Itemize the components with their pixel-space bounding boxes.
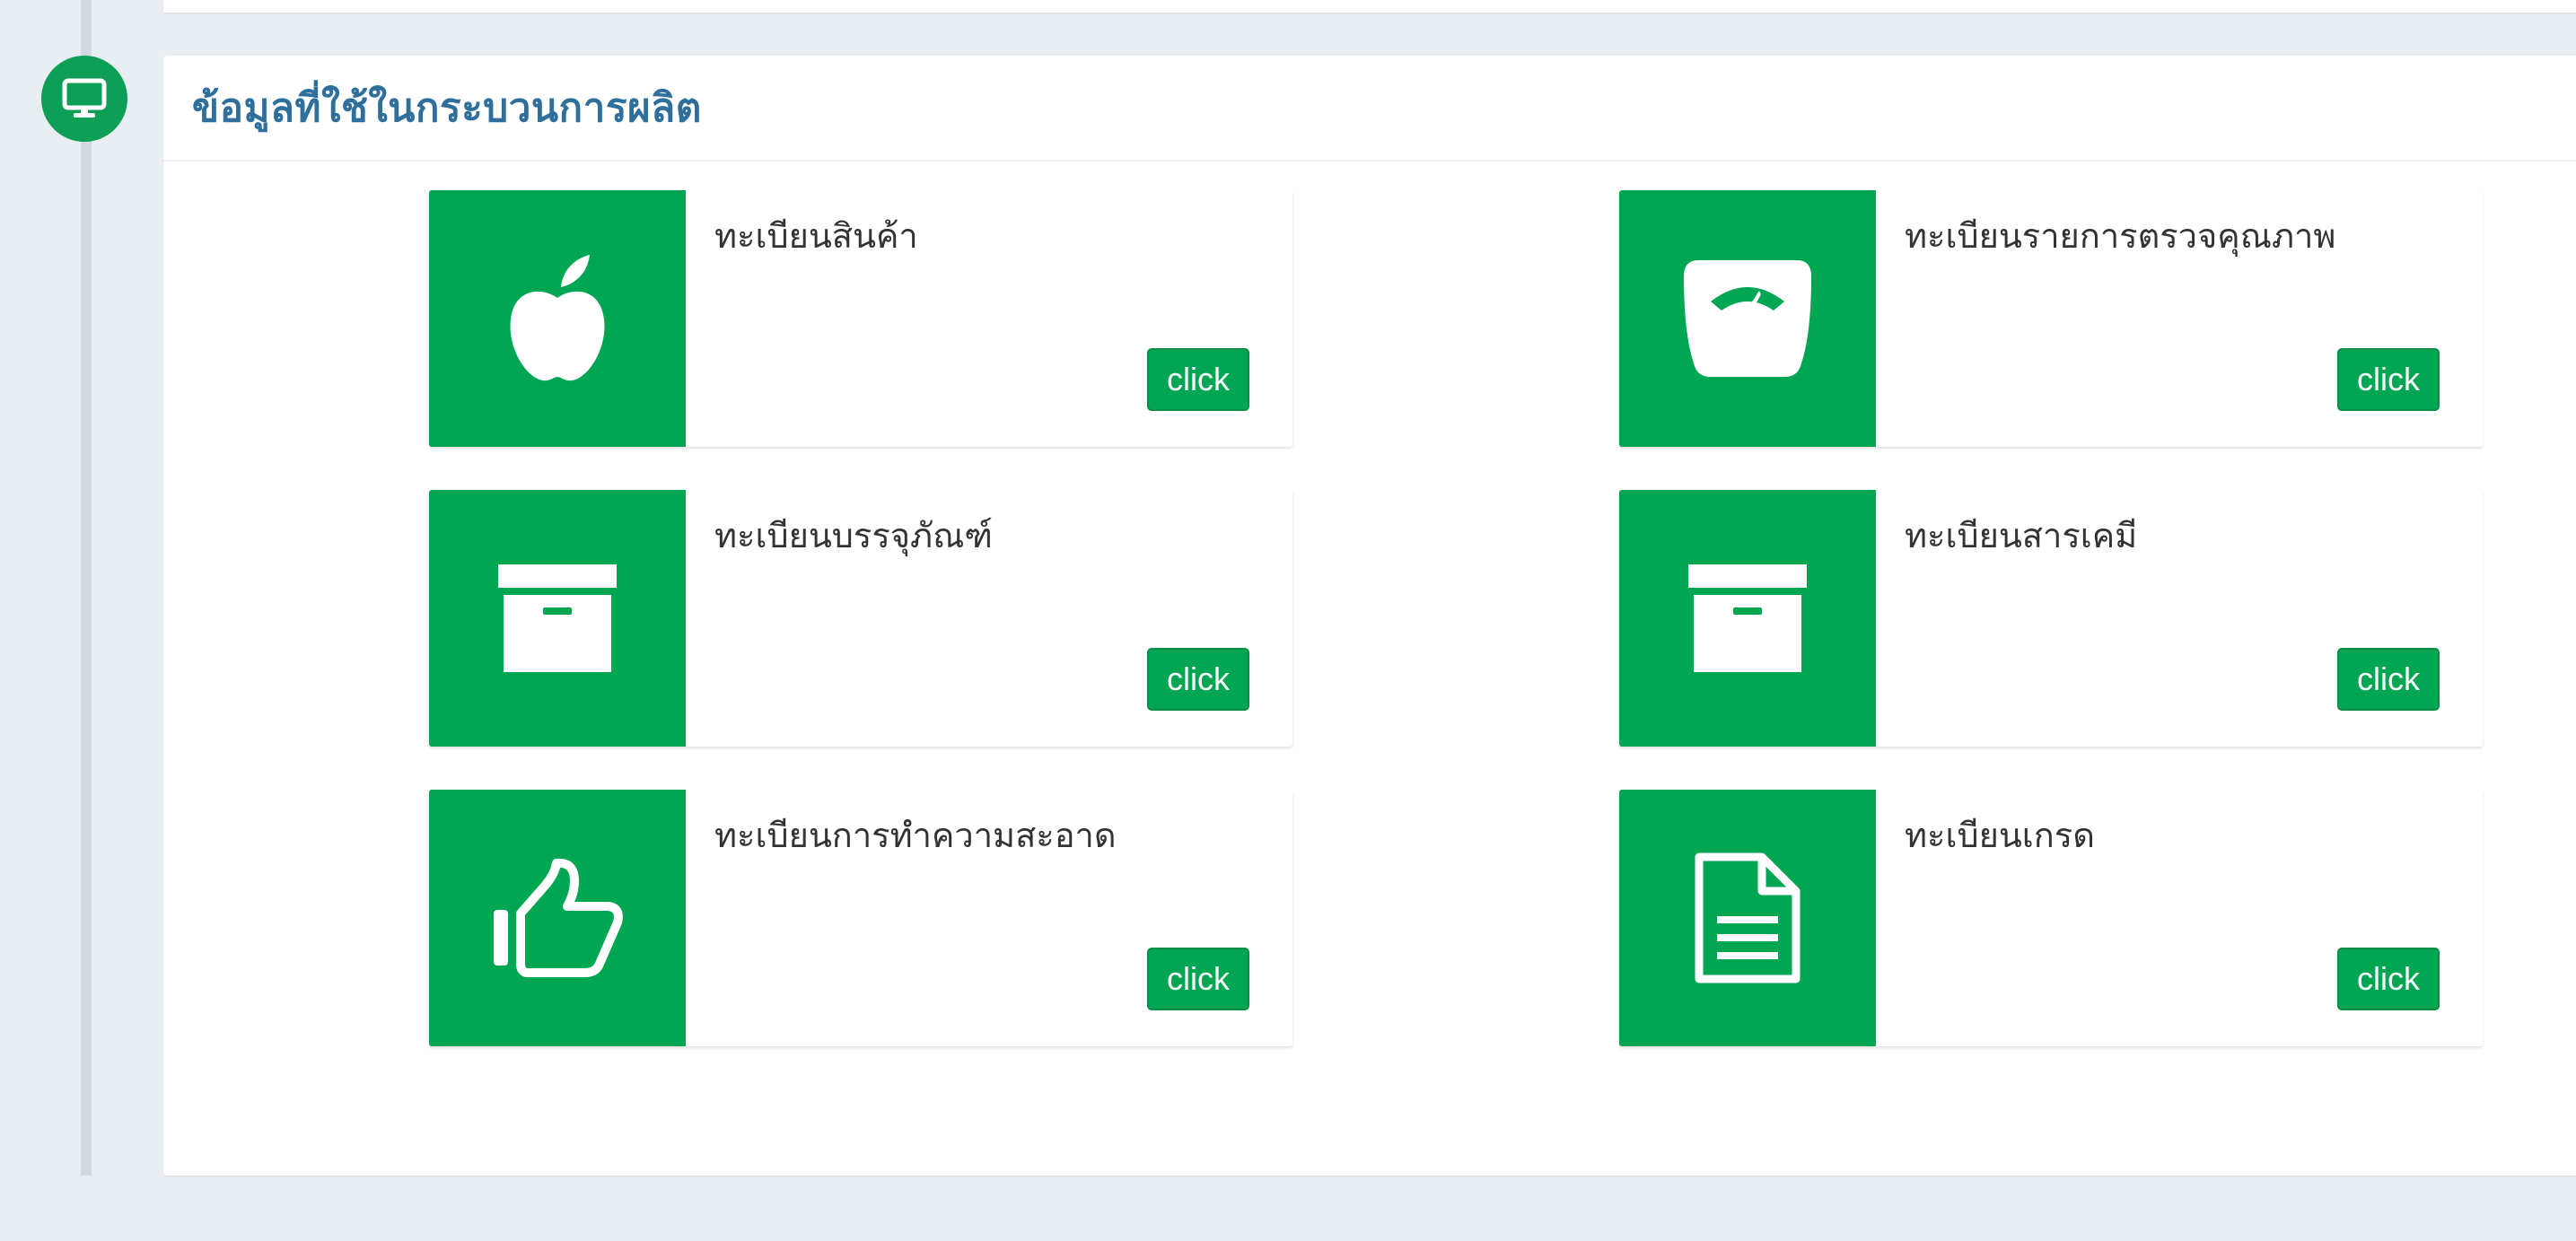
panel-title: ข้อมูลที่ใช้ในกระบวนการผลิต <box>192 85 702 131</box>
click-button[interactable]: click <box>1147 648 1249 711</box>
production-data-panel: ข้อมูลที่ใช้ในกระบวนการผลิต ทะเบียนสินค้… <box>163 56 2576 1175</box>
card-product-registry: ทะเบียนสินค้า click <box>429 190 1292 447</box>
card-label: ทะเบียนสินค้า <box>714 216 918 256</box>
click-button[interactable]: click <box>2337 348 2440 411</box>
previous-panel-edge <box>163 0 2576 13</box>
panel-header: ข้อมูลที่ใช้ในกระบวนการผลิต <box>163 56 2576 162</box>
archive-icon <box>429 490 686 747</box>
card-label: ทะเบียนบรรจุภัณฑ์ <box>714 516 993 555</box>
card-cleaning-registry: ทะเบียนการทำความสะอาด click <box>429 790 1292 1046</box>
scale-icon <box>1619 190 1876 447</box>
thumbs-up-icon <box>429 790 686 1046</box>
click-button[interactable]: click <box>1147 348 1249 411</box>
monitor-icon <box>41 56 127 142</box>
click-button[interactable]: click <box>1147 948 1249 1010</box>
card-chemical-registry: ทะเบียนสารเคมี click <box>1619 490 2483 747</box>
card-label: ทะเบียนการทำความสะอาด <box>714 816 1117 855</box>
archive-icon <box>1619 490 1876 747</box>
card-label: ทะเบียนสารเคมี <box>1905 516 2138 555</box>
card-quality-check-registry: ทะเบียนรายการตรวจคุณภาพ click <box>1619 190 2483 447</box>
timeline-line <box>81 0 92 1175</box>
card-label: ทะเบียนเกรด <box>1905 816 2095 855</box>
card-packaging-registry: ทะเบียนบรรจุภัณฑ์ click <box>429 490 1292 747</box>
click-button[interactable]: click <box>2337 948 2440 1010</box>
click-button[interactable]: click <box>2337 648 2440 711</box>
card-grade-registry: ทะเบียนเกรด click <box>1619 790 2483 1046</box>
document-icon <box>1619 790 1876 1046</box>
card-label: ทะเบียนรายการตรวจคุณภาพ <box>1905 216 2336 256</box>
apple-icon <box>429 190 686 447</box>
